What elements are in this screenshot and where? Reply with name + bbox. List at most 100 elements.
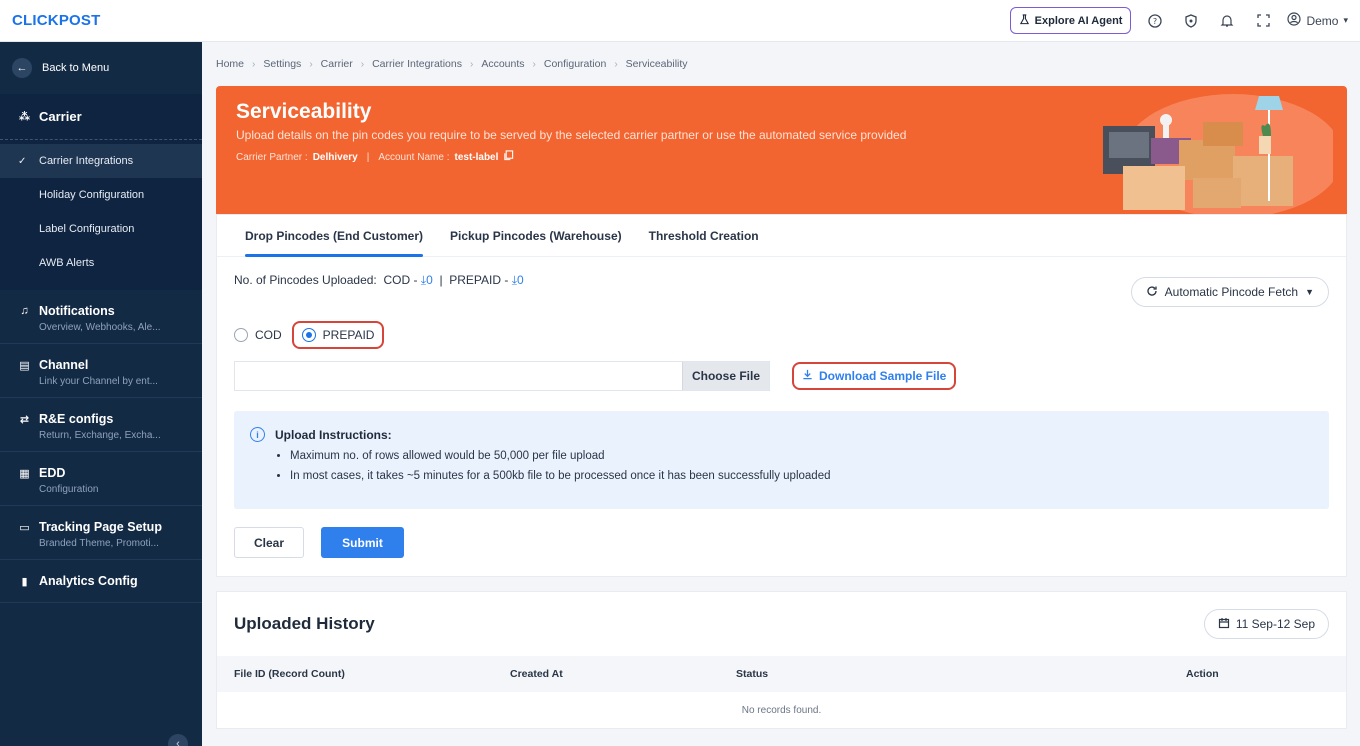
sidebar-section-label: Carrier [39, 109, 82, 124]
group-title: Notifications [39, 304, 115, 318]
date-range-picker[interactable]: 11 Sep-12 Sep [1203, 609, 1329, 639]
upload-instructions-title: Upload Instructions: [275, 427, 392, 442]
arrow-left-icon: ← [12, 58, 32, 78]
upload-instructions: i Upload Instructions: Maximum no. of row… [234, 411, 1329, 509]
fullscreen-icon[interactable] [1251, 9, 1275, 33]
clear-button[interactable]: Clear [234, 527, 304, 558]
chevron-down-icon: ▾ [1343, 15, 1348, 25]
submit-button[interactable]: Submit [321, 527, 404, 558]
explore-ai-agent-button[interactable]: Explore AI Agent [1009, 7, 1132, 34]
chevron-right-icon: › [469, 58, 474, 70]
sidebar-group-tracking-page-setup[interactable]: ▭ Tracking Page Setup Branded Theme, Prom… [0, 506, 202, 560]
carrier-submenu: ✓ Carrier Integrations Holiday Configurat… [0, 140, 202, 290]
breadcrumb-settings[interactable]: Settings [263, 58, 301, 70]
prepaid-count-value: 0 [517, 272, 524, 287]
sidebar-group-notifications[interactable]: ♫ Notifications Overview, Webhooks, Ale..… [0, 290, 202, 344]
download-sample-file-button[interactable]: Download Sample File [792, 362, 957, 390]
breadcrumb-serviceability: Serviceability [625, 58, 688, 70]
group-subtitle: Link your Channel by ent... [39, 376, 158, 387]
sidebar-item-label-configuration[interactable]: Label Configuration [0, 212, 202, 246]
check-icon: ✓ [18, 155, 27, 167]
breadcrumb: Home › Settings › Carrier › Carrier Integra… [216, 42, 1347, 86]
file-upload-input[interactable]: Choose File [234, 361, 770, 391]
no-records-message: No records found. [741, 704, 822, 716]
group-title: Analytics Config [39, 574, 138, 588]
column-status: Status [736, 668, 769, 680]
refresh-icon [1146, 285, 1158, 300]
prepaid-count-download[interactable]: ⤓0 [512, 273, 524, 287]
group-subtitle: Return, Exchange, Excha... [39, 430, 161, 441]
tab-drop-pincodes[interactable]: Drop Pincodes (End Customer) [245, 215, 424, 257]
svg-text:?: ? [1153, 17, 1157, 26]
chevron-right-icon: › [309, 58, 313, 70]
sidebar-item-holiday-configuration[interactable]: Holiday Configuration [0, 178, 202, 212]
sidebar: ← Back to Menu ⁂ Carrier ✓ Carrier Integr… [0, 42, 202, 746]
sidebar-item-label: AWB Alerts [39, 257, 95, 269]
copy-icon[interactable] [503, 150, 514, 164]
pincode-count-summary: No. of Pincodes Uploaded: COD - ⤓0 | PRE… [234, 272, 524, 287]
carrier-partner-label: Carrier Partner : [236, 151, 308, 163]
shield-icon[interactable] [1179, 9, 1203, 33]
group-title: Channel [39, 358, 89, 372]
column-file-id: File ID (Record Count) [234, 668, 345, 680]
info-icon: i [250, 427, 265, 442]
automatic-pincode-fetch-dropdown[interactable]: Automatic Pincode Fetch ▼ [1130, 277, 1329, 307]
back-to-menu-label: Back to Menu [42, 62, 110, 74]
radio-cod[interactable]: COD [234, 328, 282, 342]
carrier-icon: ⁂ [18, 111, 31, 123]
megaphone-icon: ♫ [20, 305, 29, 317]
file-name-field[interactable] [235, 362, 682, 390]
breadcrumb-home[interactable]: Home [216, 58, 244, 70]
bar-chart-icon: ▮ [21, 575, 28, 588]
automatic-pincode-fetch-label: Automatic Pincode Fetch [1164, 285, 1299, 299]
sidebar-group-channel[interactable]: ▤ Channel Link your Channel by ent... [0, 344, 202, 398]
channel-icon: ▤ [19, 359, 30, 372]
radio-cod-label: COD [255, 328, 282, 342]
bell-icon[interactable] [1215, 9, 1239, 33]
instruction-item: Maximum no. of rows allowed would be 50,… [290, 450, 1313, 462]
column-created-at: Created At [510, 668, 563, 680]
tab-pickup-pincodes[interactable]: Pickup Pincodes (Warehouse) [450, 215, 622, 257]
chevron-right-icon: › [614, 58, 618, 70]
choose-file-button[interactable]: Choose File [682, 362, 769, 390]
sidebar-item-label: Holiday Configuration [39, 189, 145, 201]
collapse-sidebar-icon[interactable]: ‹ [168, 734, 188, 746]
sidebar-group-re-configs[interactable]: ⇄ R&E configs Return, Exchange, Excha... [0, 398, 202, 452]
clickpost-logo[interactable]: CLICKPOST [12, 12, 100, 29]
cod-count-label: COD - [383, 272, 418, 287]
breadcrumb-carrier-integrations[interactable]: Carrier Integrations [372, 58, 462, 70]
explore-ai-agent-label: Explore AI Agent [1034, 14, 1123, 27]
account-name-value: test-label [454, 151, 499, 163]
user-name: Demo [1306, 13, 1339, 28]
radio-prepaid[interactable]: PREPAID [291, 321, 385, 349]
uploaded-history-card: Uploaded History 11 Sep-12 Sep File ID (… [216, 591, 1347, 729]
cod-count-download[interactable]: ⤓0 [421, 273, 433, 287]
sidebar-item-awb-alerts[interactable]: AWB Alerts [0, 246, 202, 280]
moving-boxes-illustration [1103, 94, 1333, 214]
download-sample-file-label: Download Sample File [819, 369, 947, 383]
date-range-value: 11 Sep-12 Sep [1235, 617, 1315, 631]
tracking-page-icon: ▭ [19, 521, 30, 534]
breadcrumb-configuration[interactable]: Configuration [544, 58, 606, 70]
instruction-item: In most cases, it takes ~5 minutes for a… [290, 470, 1313, 482]
tab-threshold-creation[interactable]: Threshold Creation [649, 215, 759, 257]
pincode-count-label: No. of Pincodes Uploaded: [234, 272, 377, 287]
help-icon[interactable]: ? [1143, 9, 1167, 33]
group-subtitle: Overview, Webhooks, Ale... [39, 322, 161, 333]
group-title: Tracking Page Setup [39, 520, 162, 534]
group-title: EDD [39, 466, 66, 480]
breadcrumb-accounts[interactable]: Accounts [481, 58, 524, 70]
sidebar-item-label: Carrier Integrations [39, 155, 134, 167]
history-table-header: File ID (Record Count) Created At Status… [217, 656, 1346, 692]
chevron-right-icon: › [252, 58, 256, 70]
back-to-menu-button[interactable]: ← Back to Menu [0, 42, 202, 94]
sidebar-section-carrier[interactable]: ⁂ Carrier [0, 94, 202, 140]
sidebar-item-carrier-integrations[interactable]: ✓ Carrier Integrations [0, 144, 202, 178]
breadcrumb-carrier[interactable]: Carrier [321, 58, 353, 70]
sidebar-group-analytics-config[interactable]: ▮ Analytics Config [0, 560, 202, 603]
sidebar-group-edd[interactable]: ▦ EDD Configuration [0, 452, 202, 506]
pincode-tabs: Drop Pincodes (End Customer) Pickup Pinc… [217, 215, 1346, 257]
prepaid-count-label: PREPAID - [449, 272, 509, 287]
calendar-icon [1218, 617, 1230, 632]
user-menu[interactable]: Demo ▾ [1287, 12, 1348, 29]
